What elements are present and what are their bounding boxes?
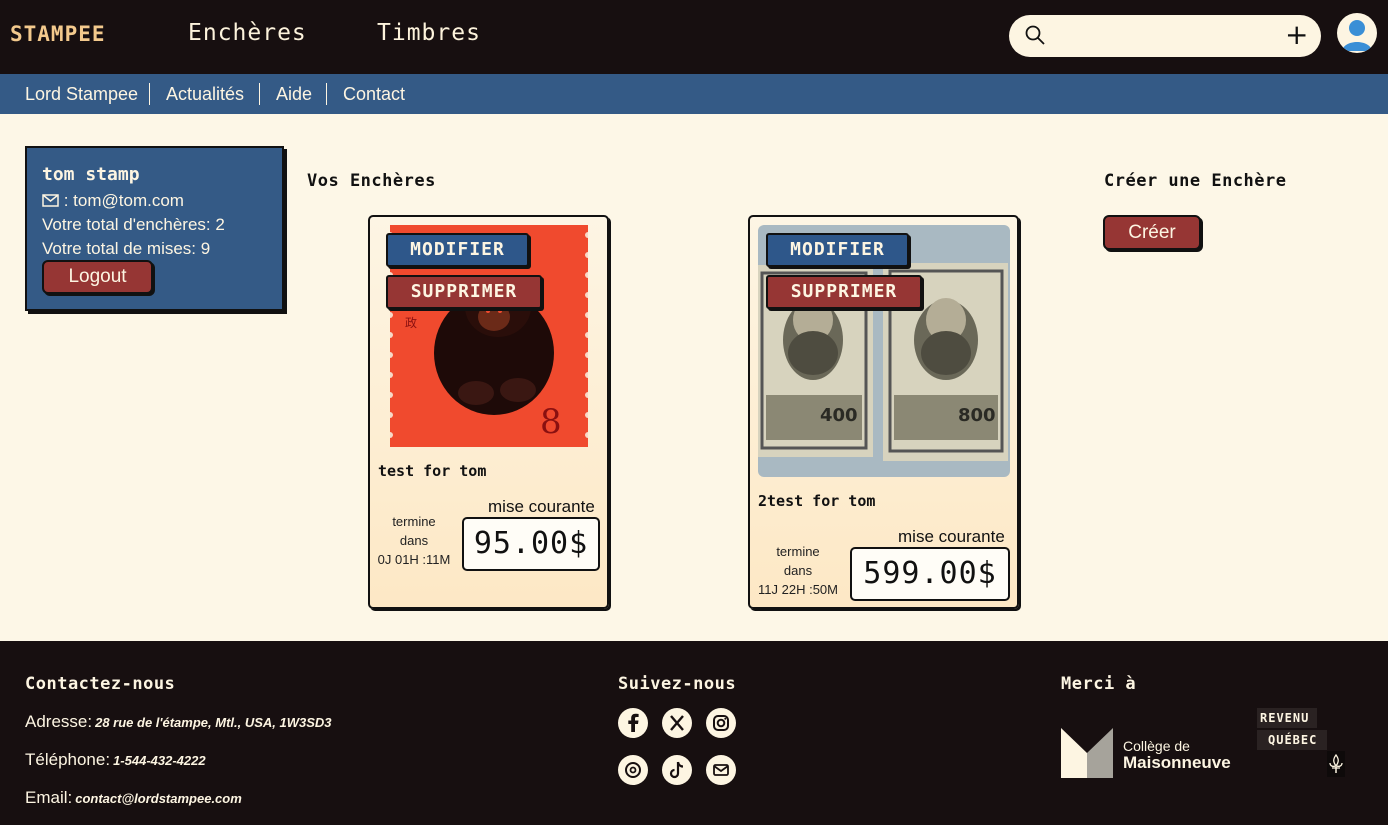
profile-name: tom stamp [42,164,140,185]
contact-title: Contactez-nous [25,674,176,694]
logout-button[interactable]: Logout [42,260,153,294]
email-row: Email: contact@lordstampee.com [25,788,242,808]
dans-label: dans [399,533,429,548]
phone-label: Téléphone: [25,750,111,769]
logo[interactable]: STAMPEE [10,22,106,46]
time-remaining: termine dans 11J 22H :50M [754,542,842,599]
stamp-value-right: 800 [958,405,996,426]
mise-courante-label: mise courante [898,527,1005,546]
auction-title[interactable]: test for tom [378,462,486,480]
address-label: Adresse: [25,712,93,731]
stamp-value-left: 400 [820,405,858,426]
mail-icon [42,194,59,207]
instagram-icon[interactable] [706,708,736,738]
create-button[interactable]: Créer [1103,215,1201,250]
profile-total-encheres: Votre total d'enchères: 2 [42,215,225,234]
auctions-title: Vos Enchères [307,171,436,191]
divider [326,83,327,105]
phone-value[interactable]: 1-544-432-4222 [113,753,206,768]
follow-title: Suivez-nous [618,674,737,694]
facebook-icon[interactable] [618,708,648,738]
footer: Contactez-nous Adresse: 28 rue de l'étamp… [0,641,1388,825]
threads-icon[interactable] [618,755,648,785]
search-input[interactable] [1054,23,1274,49]
fleur-de-lis-icon [1327,751,1345,777]
time-left-value: 0J 01H :11M [377,552,451,567]
revenu-quebec-line1: REVENU [1257,708,1317,728]
mail-icon[interactable] [706,755,736,785]
search-bar[interactable]: + [1009,15,1321,57]
nav-encheres[interactable]: Enchères [188,20,307,46]
college-name-line2: Maisonneuve [1123,753,1231,772]
divider [149,83,150,105]
modify-button[interactable]: MODIFIER [766,233,909,267]
email-value[interactable]: contact@lordstampee.com [75,791,242,806]
college-name-line1: Collège de [1123,738,1190,754]
stamp-value: 8 [540,402,562,442]
nav-timbres[interactable]: Timbres [377,20,481,46]
auction-title[interactable]: 2test for tom [758,492,875,510]
delete-button[interactable]: SUPPRIMER [386,275,542,309]
revenu-quebec-line2: QUÉBEC [1257,730,1327,750]
address-value: 28 rue de l'étampe, Mtl., USA, 1W3SD3 [95,715,332,730]
current-bid-price: 599.00$ [850,547,1010,601]
auction-card[interactable]: 400 800 MODIFIER SUPPRIMER 2test for tom… [748,215,1019,609]
address-row: Adresse: 28 rue de l'étampe, Mtl., USA, 1… [25,712,332,732]
profile-email-row: : tom@tom.com [42,191,184,211]
create-title: Créer une Enchère [1104,171,1287,191]
phone-row: Téléphone: 1-544-432-4222 [25,750,206,770]
divider [259,83,260,105]
college-maisonneuve-logo[interactable] [1061,728,1113,778]
modify-button[interactable]: MODIFIER [386,233,529,267]
subnav-contact[interactable]: Contact [343,84,405,105]
termine-label: termine [392,514,436,529]
sub-navigation: Lord Stampee Actualités Aide Contact [0,74,1388,114]
subnav-actualites[interactable]: Actualités [166,84,244,105]
add-icon[interactable]: + [1285,20,1308,50]
avatar[interactable] [1337,13,1377,53]
time-left-value: 11J 22H :50M [758,582,838,597]
termine-label: termine [776,544,820,559]
stamp-character: 政 [405,316,417,330]
current-bid-price: 95.00$ [462,517,600,571]
subnav-aide[interactable]: Aide [276,84,312,105]
profile-email: : tom@tom.com [63,191,184,210]
user-icon [1342,20,1372,51]
x-icon[interactable] [662,708,692,738]
thanks-title: Merci à [1061,674,1137,694]
tiktok-icon[interactable] [662,755,692,785]
time-remaining: termine dans 0J 01H :11M [374,512,454,569]
dans-label: dans [783,563,813,578]
search-icon [1025,25,1045,45]
profile-card: tom stamp : tom@tom.com Votre total d'en… [25,146,284,311]
email-label: Email: [25,788,73,807]
profile-total-mises: Votre total de mises: 9 [42,239,211,258]
delete-button[interactable]: SUPPRIMER [766,275,922,309]
subnav-lord-stampee[interactable]: Lord Stampee [25,84,138,105]
top-bar: STAMPEE Enchères Timbres + [0,0,1388,74]
mise-courante-label: mise courante [488,497,595,516]
auction-card[interactable]: 政 8 MODIFIER SUPPRIMER test for tom mise… [368,215,609,609]
